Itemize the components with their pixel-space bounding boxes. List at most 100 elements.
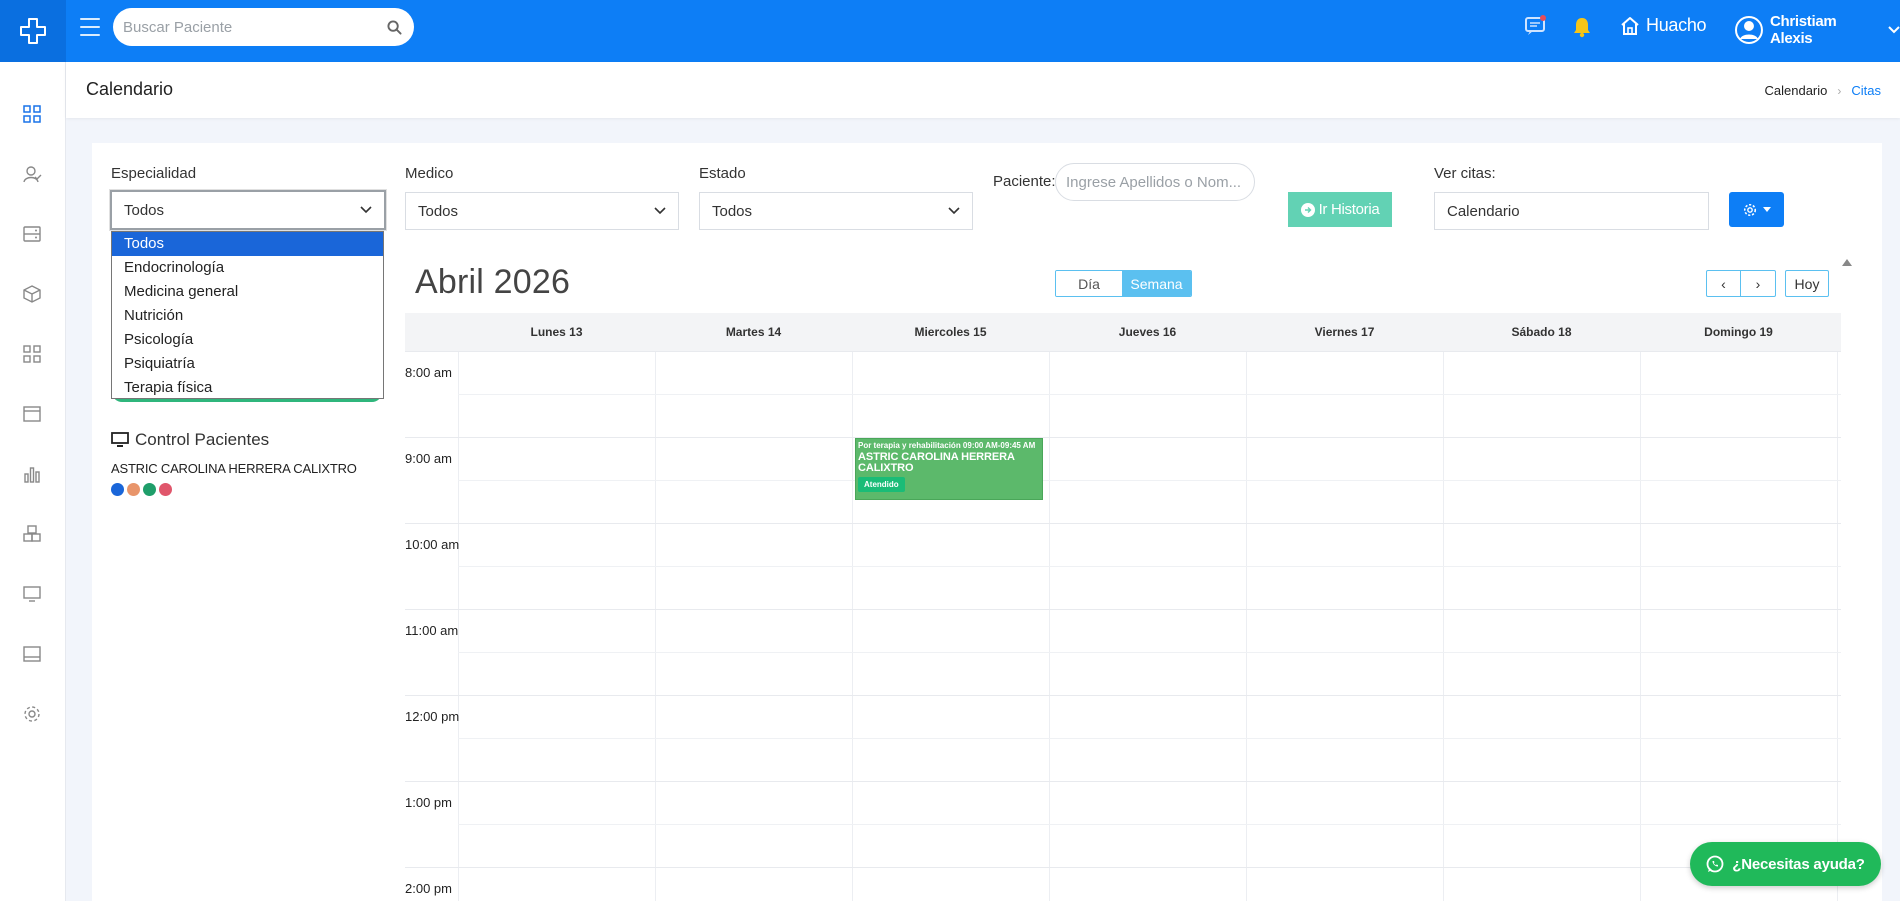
event-status-badge: Atendido (858, 477, 905, 492)
chevron-down-icon (1888, 26, 1900, 34)
option-endocrinologia[interactable]: Endocrinología (112, 256, 383, 280)
app-logo[interactable] (0, 0, 66, 62)
control-pacientes-label: Control Pacientes (135, 430, 270, 449)
location-link[interactable]: Huacho (1620, 15, 1707, 36)
top-bar: Huacho Christiam Alexis (0, 0, 1900, 62)
patient-search (113, 8, 414, 46)
ir-historia-button[interactable]: Ir Historia (1288, 192, 1392, 227)
grid-line (655, 351, 656, 901)
time-label-9am: 9:00 am (405, 451, 452, 466)
status-dot-blue[interactable] (111, 483, 124, 496)
tablet-icon[interactable] (22, 644, 42, 664)
breadcrumb-citas[interactable]: Citas (1851, 83, 1881, 98)
estado-label: Estado (699, 165, 746, 182)
search-input[interactable] (123, 18, 387, 36)
today-button[interactable]: Hoy (1785, 270, 1829, 297)
ver-citas-label: Ver citas: (1434, 165, 1496, 182)
paciente-input[interactable] (1055, 163, 1255, 201)
control-pacientes-title: Control Pacientes (111, 430, 269, 450)
option-medicina-general[interactable]: Medicina general (112, 280, 383, 304)
bar-chart-icon[interactable] (22, 464, 42, 484)
next-week-button[interactable]: › (1741, 270, 1776, 297)
time-label-10am: 10:00 am (405, 537, 460, 552)
medical-cross-icon (20, 18, 46, 44)
chevron-down-icon (360, 206, 372, 214)
view-dia-button[interactable]: Día (1056, 271, 1122, 296)
ver-citas-field[interactable]: Calendario (1434, 192, 1709, 230)
ver-citas-value: Calendario (1447, 202, 1520, 220)
estado-select[interactable]: Todos (699, 192, 973, 230)
breadcrumb-calendario[interactable]: Calendario (1765, 83, 1828, 98)
grid-line (1246, 351, 1247, 901)
cubes-icon[interactable] (22, 524, 42, 544)
especialidad-select[interactable]: Todos (110, 190, 386, 230)
half-hour-row (458, 824, 1841, 825)
time-label-8am: 8:00 am (405, 365, 452, 380)
status-dot-green[interactable] (143, 483, 156, 496)
window-icon[interactable] (22, 404, 42, 424)
user-avatar-icon (1734, 16, 1763, 44)
prev-week-button[interactable]: ‹ (1706, 270, 1741, 297)
settings-dropdown-button[interactable] (1729, 192, 1784, 227)
grid-line (852, 351, 853, 901)
especialidad-label: Especialidad (111, 165, 197, 182)
day-header-martes: Martes 14 (725, 325, 782, 339)
option-psicologia[interactable]: Psicología (112, 328, 383, 352)
bell-icon[interactable] (1572, 16, 1592, 38)
half-hour-row (458, 652, 1841, 653)
hour-row (405, 695, 1841, 696)
hour-row (405, 523, 1841, 524)
messages-icon[interactable] (1524, 14, 1548, 38)
option-terapia-fisica[interactable]: Terapia física (112, 376, 383, 400)
day-header-viernes: Viernes 17 (1314, 325, 1375, 339)
sidebar (0, 62, 66, 901)
medico-value: Todos (418, 202, 459, 220)
patients-icon[interactable] (22, 164, 42, 184)
day-header-miercoles: Miercoles 15 (914, 325, 987, 339)
apps-icon[interactable] (22, 344, 42, 364)
paciente-label: Paciente: (993, 173, 1056, 190)
grid-line (1640, 351, 1641, 901)
event-patient-name: ASTRIC CAROLINA HERRERA CALIXTRO (858, 451, 1015, 474)
status-dot-orange[interactable] (127, 483, 140, 496)
breadcrumb: Calendario › Citas (1765, 83, 1882, 98)
hour-row (405, 609, 1841, 610)
location-name: Huacho (1646, 15, 1707, 35)
control-patient-name[interactable]: ASTRIC CAROLINA HERRERA CALIXTRO (111, 461, 357, 476)
menu-toggle-icon[interactable] (80, 18, 100, 36)
scroll-up-arrow-icon[interactable] (1842, 259, 1852, 266)
time-label-2pm: 2:00 pm (405, 881, 452, 896)
hour-row (405, 351, 1841, 352)
box-icon[interactable] (22, 284, 42, 304)
page-header: Calendario Calendario › Citas (66, 62, 1900, 118)
search-icon[interactable] (387, 19, 402, 35)
hour-row (405, 867, 1841, 868)
option-todos[interactable]: Todos (112, 232, 383, 256)
calendar-month-title: Abril 2026 (415, 263, 571, 301)
day-header-lunes: Lunes 13 (530, 325, 583, 339)
medico-select[interactable]: Todos (405, 192, 679, 230)
view-semana-button[interactable]: Semana (1122, 271, 1191, 296)
half-hour-row (458, 566, 1841, 567)
grid-line (1049, 351, 1050, 901)
status-dot-red[interactable] (159, 483, 172, 496)
option-psiquiatria[interactable]: Psiquiatría (112, 352, 383, 376)
help-button-label: ¿Necesitas ayuda? (1732, 855, 1865, 873)
calendar-event[interactable]: Por terapia y rehabilitación 09:00 AM-09… (855, 438, 1043, 500)
dashboard-icon[interactable] (22, 104, 42, 124)
calendar-nav: ‹ › Hoy (1706, 270, 1829, 297)
option-nutricion[interactable]: Nutrición (112, 304, 383, 328)
hour-row (405, 781, 1841, 782)
user-name: Christiam Alexis (1769, 13, 1837, 47)
user-menu[interactable]: Christiam Alexis (1734, 13, 1900, 47)
monitor-icon (111, 432, 129, 447)
monitor-icon[interactable] (22, 584, 42, 604)
time-label-11am: 11:00 am (405, 623, 459, 638)
whatsapp-help-button[interactable]: ¿Necesitas ayuda? (1690, 842, 1881, 886)
storage-icon[interactable] (22, 224, 42, 244)
ir-historia-label: Ir Historia (1318, 201, 1380, 218)
gear-icon[interactable] (22, 704, 42, 724)
hour-row (405, 437, 1841, 438)
estado-value: Todos (712, 202, 753, 220)
event-time: Por terapia y rehabilitación 09:00 AM-09… (858, 441, 1036, 450)
